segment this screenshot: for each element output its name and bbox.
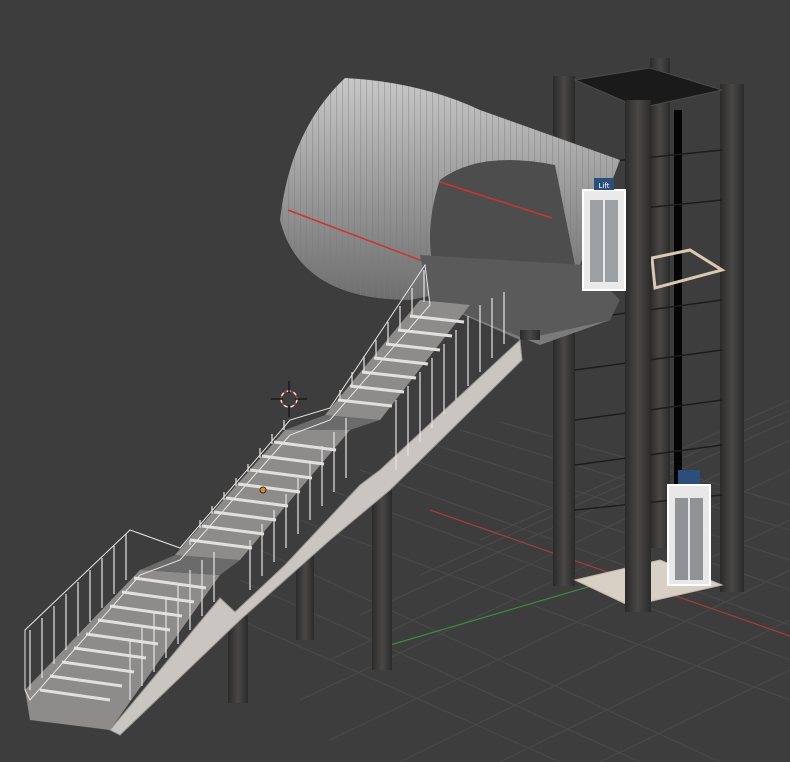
elevator-car-bottom[interactable] xyxy=(667,470,711,586)
stairs[interactable] xyxy=(24,263,523,736)
elevator-car-top[interactable]: Lift xyxy=(582,178,626,291)
elevator-sign-bottom xyxy=(678,470,700,484)
origin-dot-icon xyxy=(259,486,267,494)
3d-viewport[interactable]: Lift xyxy=(0,0,790,762)
elevator-tower[interactable] xyxy=(553,58,744,612)
elevator-sign-label: Lift xyxy=(599,182,610,190)
3d-cursor-icon[interactable] xyxy=(271,381,307,417)
scene-canvas[interactable]: Lift xyxy=(0,0,790,762)
